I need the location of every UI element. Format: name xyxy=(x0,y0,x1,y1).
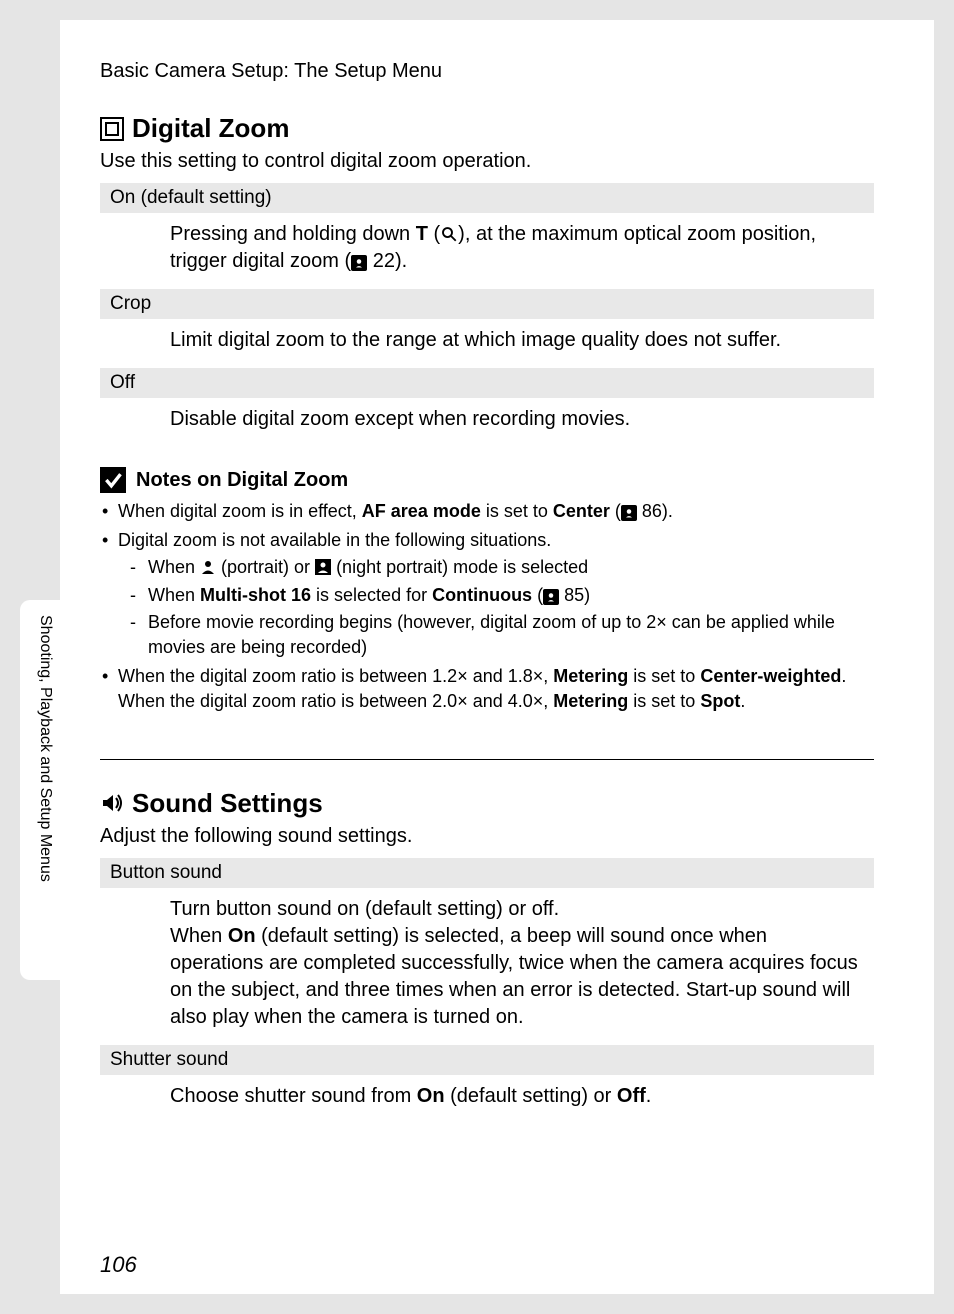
reference-icon xyxy=(351,255,367,271)
txt: is set to xyxy=(481,501,553,521)
option-body: Disable digital zoom except when recordi… xyxy=(100,398,874,443)
txt: . xyxy=(646,1085,652,1107)
txt: When digital zoom is in effect, xyxy=(118,501,362,521)
txt: Digital zoom is not available in the fol… xyxy=(118,530,551,550)
page-number: 106 xyxy=(100,1252,137,1278)
txt: is selected for xyxy=(311,585,432,605)
option-header: Off xyxy=(100,368,874,398)
txt: . xyxy=(740,691,745,711)
option-header: Crop xyxy=(100,289,874,319)
txt: When xyxy=(148,557,200,577)
txt: When xyxy=(148,585,200,605)
page-content: Basic Camera Setup: The Setup Menu Digit… xyxy=(60,20,934,1294)
txt: is set to xyxy=(628,666,700,686)
section-divider xyxy=(100,759,874,760)
txt: 85) xyxy=(559,585,590,605)
option-body: Pressing and holding down T (), at the m… xyxy=(100,213,874,285)
reference-icon xyxy=(543,589,559,605)
sub-note-item: Before movie recording begins (however, … xyxy=(118,610,874,660)
txt: (default setting) is selected, a beep wi… xyxy=(170,925,858,1028)
reference-icon xyxy=(621,505,637,521)
txt-bold: Off xyxy=(617,1085,646,1107)
txt-bold: Center-weighted xyxy=(700,666,841,686)
txt: is set to xyxy=(628,691,700,711)
speaker-icon xyxy=(100,791,124,815)
portrait-icon xyxy=(200,557,216,573)
digital-zoom-icon xyxy=(100,117,124,141)
sub-notes: When (portrait) or (night portrait) mode… xyxy=(118,555,874,660)
magnify-icon xyxy=(440,225,458,243)
digital-zoom-intro: Use this setting to control digital zoom… xyxy=(100,150,874,173)
option-body: Turn button sound on (default setting) o… xyxy=(100,888,874,1041)
night-portrait-icon xyxy=(315,557,331,573)
txt: ( xyxy=(610,501,621,521)
txt-bold: Metering xyxy=(553,666,628,686)
txt: Choose shutter sound from xyxy=(170,1085,417,1107)
txt-bold: T xyxy=(416,223,428,245)
side-section-label: Shooting, Playback and Setup Menus xyxy=(36,615,54,882)
txt-bold: Multi-shot 16 xyxy=(200,585,311,605)
heading-sound-settings: Sound Settings xyxy=(100,788,874,819)
option-header: On (default setting) xyxy=(100,183,874,213)
txt: Pressing and holding down xyxy=(170,223,416,245)
txt: (portrait) or xyxy=(216,557,315,577)
option-header: Shutter sound xyxy=(100,1045,874,1075)
txt: ( xyxy=(428,223,440,245)
txt-bold: Center xyxy=(553,501,610,521)
sound-intro: Adjust the following sound settings. xyxy=(100,825,874,848)
heading-text: Sound Settings xyxy=(132,788,323,819)
txt-bold: Metering xyxy=(553,691,628,711)
txt-bold: AF area mode xyxy=(362,501,481,521)
sub-note-item: When Multi-shot 16 is selected for Conti… xyxy=(118,583,874,608)
check-note-icon xyxy=(100,467,126,493)
txt-bold: Continuous xyxy=(432,585,532,605)
note-item: When digital zoom is in effect, AF area … xyxy=(100,499,874,524)
option-header: Button sound xyxy=(100,858,874,888)
txt: 86). xyxy=(637,501,673,521)
txt-bold: On xyxy=(228,925,256,947)
txt-bold: On xyxy=(417,1085,445,1107)
option-body: Limit digital zoom to the range at which… xyxy=(100,319,874,364)
option-body: Choose shutter sound from On (default se… xyxy=(100,1075,874,1120)
heading-text: Digital Zoom xyxy=(132,113,289,144)
txt: When xyxy=(170,925,228,947)
notes-list: When digital zoom is in effect, AF area … xyxy=(100,499,874,715)
notes-heading: Notes on Digital Zoom xyxy=(100,467,874,493)
note-item: When the digital zoom ratio is between 1… xyxy=(100,664,874,714)
txt: Turn button sound on (default setting) o… xyxy=(170,898,559,920)
notes-title-text: Notes on Digital Zoom xyxy=(136,469,348,492)
breadcrumb: Basic Camera Setup: The Setup Menu xyxy=(100,60,874,83)
txt: 22). xyxy=(367,250,407,272)
heading-digital-zoom: Digital Zoom xyxy=(100,113,874,144)
sub-note-item: When (portrait) or (night portrait) mode… xyxy=(118,555,874,580)
txt: (night portrait) mode is selected xyxy=(331,557,588,577)
txt: (default setting) or xyxy=(445,1085,617,1107)
txt-bold: Spot xyxy=(700,691,740,711)
note-item: Digital zoom is not available in the fol… xyxy=(100,528,874,660)
txt: ( xyxy=(532,585,543,605)
txt: When the digital zoom ratio is between 1… xyxy=(118,666,553,686)
